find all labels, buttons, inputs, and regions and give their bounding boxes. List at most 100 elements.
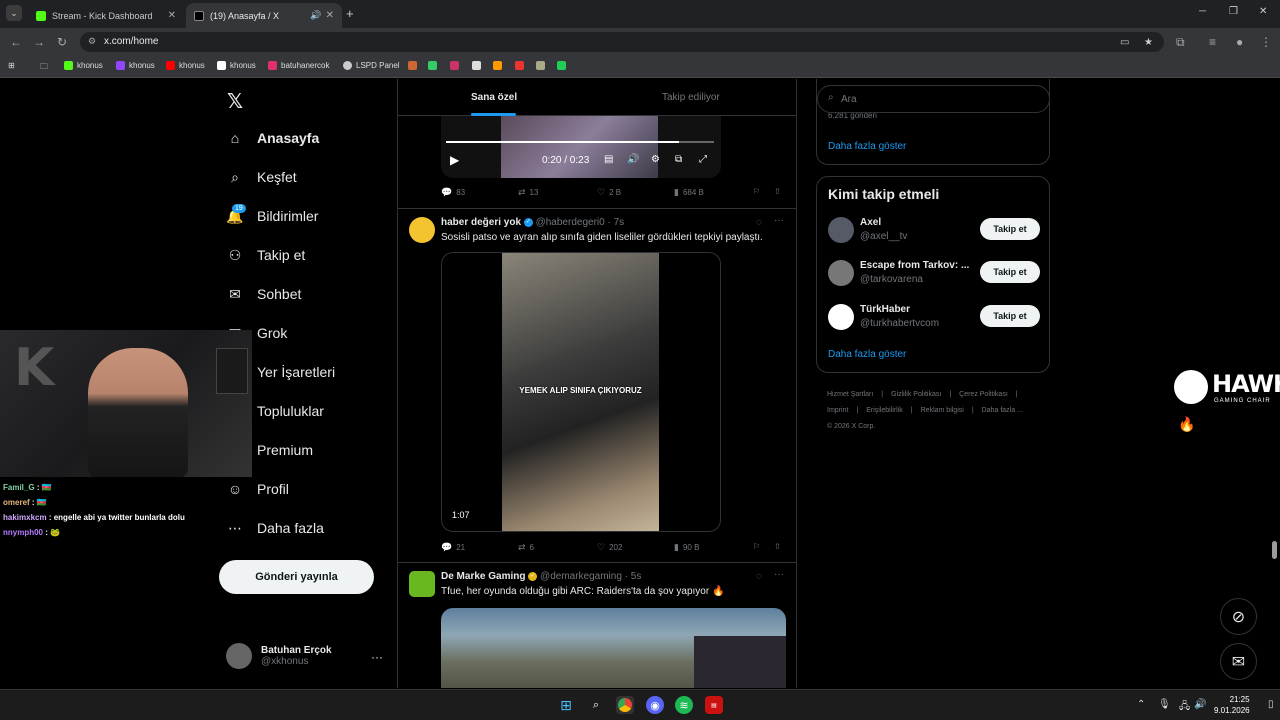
follow-suggestion[interactable]: Escape from Tarkov: ... @tarkovarena Takip… bbox=[828, 258, 1040, 288]
bookmark-star-icon[interactable]: ★ bbox=[1144, 37, 1153, 48]
bookmark-x[interactable]: khonus bbox=[217, 61, 256, 70]
search-icon[interactable]: ⌕ bbox=[587, 696, 605, 714]
nav-item-sohbet[interactable]: ✉ Sohbet bbox=[226, 285, 301, 303]
video-player[interactable]: ▶ 0:20 / 0:23 ▤ 🔊 ⚙ ⧉ ⤢ bbox=[441, 116, 721, 178]
tab-for-you[interactable]: Sana özel bbox=[471, 92, 517, 103]
like-button[interactable]: ♡ 2 B bbox=[597, 187, 621, 198]
spotify-icon[interactable]: ≋ bbox=[675, 696, 693, 714]
more-icon[interactable]: ··· bbox=[371, 650, 383, 664]
account-name[interactable]: TürkHaber bbox=[860, 304, 910, 315]
author-name[interactable]: De Marke Gaming bbox=[441, 571, 525, 582]
tab-kick-dashboard[interactable]: Stream - Kick Dashboard ✕ bbox=[28, 3, 184, 28]
bookmark-icon[interactable] bbox=[408, 61, 421, 70]
follow-suggestion[interactable]: Axel @axel__tv Takip et bbox=[828, 215, 1040, 245]
tray-expand-icon[interactable]: ⌃ bbox=[1137, 699, 1145, 710]
grok-float-button[interactable]: ⊘ bbox=[1220, 598, 1257, 635]
bookmark-icon[interactable] bbox=[428, 61, 441, 70]
reload-button[interactable]: ↻ bbox=[57, 35, 67, 49]
more-icon[interactable]: ··· bbox=[774, 569, 784, 580]
account-switcher[interactable]: Batuhan Erçok @xkhonus bbox=[226, 643, 332, 669]
bookmark-icon[interactable]: ⚐ bbox=[753, 187, 760, 196]
footer-link[interactable]: Hizmet Şartları bbox=[827, 391, 873, 398]
grok-icon[interactable]: ◌ bbox=[756, 217, 762, 228]
volume-icon[interactable]: 🔊 bbox=[1194, 699, 1206, 710]
volume-icon[interactable]: 🔊 bbox=[627, 154, 639, 165]
captions-icon[interactable]: ▤ bbox=[604, 154, 613, 165]
news-app-icon[interactable]: ▤ bbox=[705, 696, 723, 714]
maximize-button[interactable]: ❐ bbox=[1229, 6, 1238, 17]
x-logo-icon[interactable]: 𝕏 bbox=[227, 89, 243, 114]
bookmark-lspd[interactable]: LSPD Panel bbox=[343, 61, 400, 70]
follow-button[interactable]: Takip et bbox=[980, 261, 1040, 283]
bookmark-youtube[interactable]: khonus bbox=[166, 61, 205, 70]
bookmark-instagram[interactable]: batuhanercok bbox=[268, 61, 329, 70]
author-name[interactable]: haber değeri yok bbox=[441, 217, 521, 228]
bookmark-icon[interactable] bbox=[450, 61, 463, 70]
forward-button[interactable]: → bbox=[33, 35, 45, 49]
avatar[interactable] bbox=[409, 571, 435, 597]
grok-icon[interactable]: ◌ bbox=[756, 571, 762, 582]
video-player[interactable]: YEMEK ALIP SINIFA ÇIKIYORUZ 1:07 bbox=[441, 252, 721, 532]
share-icon[interactable]: ⇧ bbox=[774, 187, 781, 196]
pip-icon[interactable]: ⧉ bbox=[675, 154, 682, 165]
chrome-icon[interactable] bbox=[616, 696, 634, 714]
folder-icon[interactable]: 🗀 bbox=[40, 61, 48, 75]
bookmark-icon[interactable] bbox=[557, 61, 570, 70]
nav-item-takip-et[interactable]: ⚇ Takip et bbox=[226, 246, 306, 264]
tab-x-home[interactable]: (19) Anasayfa / X 🔊 ✕ bbox=[186, 3, 342, 28]
reply-button[interactable]: 💬 83 bbox=[441, 187, 465, 198]
avatar[interactable] bbox=[828, 217, 854, 243]
show-more-link[interactable]: Daha fazla göster bbox=[828, 141, 906, 152]
apps-icon[interactable]: ⊞ bbox=[8, 61, 15, 70]
footer-link[interactable]: Gizlilik Politikası bbox=[891, 391, 941, 398]
account-name[interactable]: Axel bbox=[860, 217, 881, 228]
avatar[interactable]: ● bbox=[1236, 35, 1243, 49]
bookmark-twitch[interactable]: khonus bbox=[116, 61, 155, 70]
cast-icon[interactable]: ▭ bbox=[1120, 37, 1129, 48]
footer-link[interactable]: Imprint bbox=[827, 407, 848, 414]
bookmark-icon[interactable] bbox=[472, 61, 485, 70]
extensions-icon[interactable]: ⧉ bbox=[1176, 35, 1185, 50]
address-bar[interactable]: ⚙ x.com/home ▭ ★ bbox=[80, 32, 1164, 52]
network-icon[interactable]: 🖧 bbox=[1179, 699, 1190, 716]
minimize-button[interactable]: ─ bbox=[1199, 6, 1206, 17]
bookmark-icon[interactable] bbox=[515, 61, 528, 70]
fullscreen-icon[interactable]: ⤢ bbox=[699, 154, 707, 165]
views-button[interactable]: ▮ 684 B bbox=[674, 187, 704, 198]
post-button[interactable]: Gönderi yayınla bbox=[219, 560, 374, 594]
new-tab-button[interactable]: + bbox=[346, 6, 354, 21]
microphone-icon[interactable]: 🎙 bbox=[1158, 699, 1171, 710]
nav-item-daha-fazla[interactable]: ⋯ Daha fazla bbox=[226, 519, 324, 537]
site-info-icon[interactable]: ⚙ bbox=[88, 36, 96, 47]
reading-list-icon[interactable]: ≡ bbox=[1209, 35, 1216, 49]
close-icon[interactable]: ✕ bbox=[168, 10, 176, 21]
bookmark-icon[interactable] bbox=[536, 61, 549, 70]
footer-link[interactable]: Çerez Politikası bbox=[959, 391, 1008, 398]
footer-link[interactable]: Reklam bilgisi bbox=[921, 407, 964, 414]
author-handle[interactable]: @haberdegeri0 · 7s bbox=[536, 217, 625, 228]
repost-button[interactable]: ⇄ 13 bbox=[518, 187, 538, 198]
nav-item-profil[interactable]: ☺ Profil bbox=[226, 480, 289, 498]
scrollbar[interactable] bbox=[1272, 541, 1277, 559]
footer-link[interactable]: © 2026 X Corp. bbox=[827, 423, 875, 430]
account-name[interactable]: Escape from Tarkov: ... bbox=[860, 260, 969, 271]
nav-item-keşfet[interactable]: ⌕ Keşfet bbox=[226, 168, 297, 186]
notifications-icon[interactable]: ▯ bbox=[1268, 699, 1274, 710]
tab-search-button[interactable]: ⌄ bbox=[6, 5, 22, 21]
search-input[interactable]: ⌕ Ara bbox=[817, 85, 1050, 113]
avatar[interactable] bbox=[828, 304, 854, 330]
more-icon[interactable]: ··· bbox=[774, 215, 784, 226]
nav-item-anasayfa[interactable]: ⌂ Anasayfa bbox=[226, 129, 320, 147]
browser-menu-button[interactable]: ⋮ bbox=[1260, 35, 1272, 49]
speaker-icon[interactable]: 🔊 bbox=[310, 10, 321, 21]
follow-button[interactable]: Takip et bbox=[980, 305, 1040, 327]
views-button[interactable]: ▮ 90 B bbox=[674, 542, 699, 553]
follow-suggestion[interactable]: TürkHaber @turkhabertvcom Takip et bbox=[828, 302, 1040, 332]
bookmark-icon[interactable]: ⚐ bbox=[753, 542, 760, 551]
reply-button[interactable]: 💬 21 bbox=[441, 542, 465, 553]
follow-button[interactable]: Takip et bbox=[980, 218, 1040, 240]
video-progress-bar[interactable] bbox=[446, 141, 714, 143]
like-button[interactable]: ♡ 202 bbox=[597, 542, 622, 553]
author-handle[interactable]: @demarkegaming · 5s bbox=[540, 571, 641, 582]
windows-start-icon[interactable]: ⊞ bbox=[557, 696, 575, 714]
